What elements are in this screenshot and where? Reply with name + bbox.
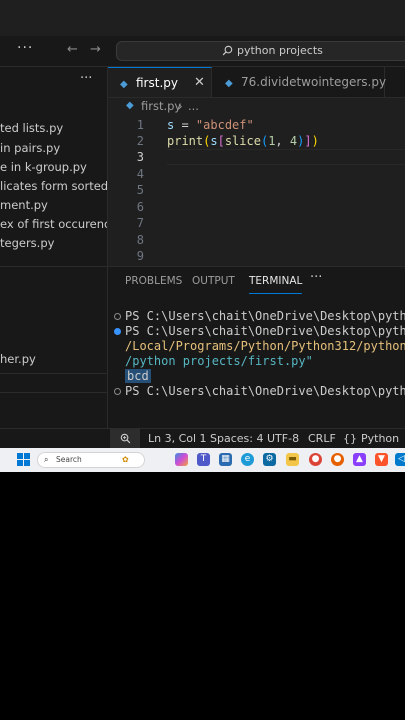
sidebar-divider: [0, 392, 107, 393]
black-background: [0, 472, 405, 720]
python-file-icon: ◆: [225, 78, 233, 89]
encoding[interactable]: UTF-8: [267, 429, 299, 449]
chrome-icon[interactable]: ●: [309, 453, 322, 466]
program-output: bcd: [125, 369, 151, 383]
cursor-position[interactable]: Ln 3, Col 1: [148, 429, 207, 449]
tab-first-py[interactable]: ◆ first.py ✕: [108, 67, 212, 97]
python-file-icon: ◆: [126, 100, 134, 111]
line-number: 2: [136, 134, 144, 148]
terminal-line: PS C:\Users\chait\OneDrive\Desktop\pytho…: [125, 324, 405, 338]
teams-icon[interactable]: T: [197, 453, 210, 466]
brave-icon[interactable]: ▼: [375, 453, 388, 466]
title-bar: ··· ← → python projects: [0, 36, 405, 67]
sidebar-divider: [0, 373, 107, 374]
panel-more-icon[interactable]: ···: [310, 270, 322, 285]
windows-taskbar: ⌕ Search ✿ T ▦ e ⚙ ▬ ● ● ▲ ▼ ◁: [0, 448, 405, 472]
widgets-icon[interactable]: ▦: [219, 453, 232, 466]
vscode-icon[interactable]: ◁: [395, 453, 405, 466]
terminal-output[interactable]: PS C:\Users\chait\OneDrive\Desktop\pytho…: [108, 307, 405, 427]
explorer-file-item[interactable]: ment.py: [0, 196, 48, 215]
terminal-line: /Local/Programs/Python/Python312/python.…: [125, 339, 405, 353]
search-icon: ⌕: [44, 455, 49, 464]
tab-label: first.py: [136, 76, 178, 90]
line-number: 5: [136, 183, 144, 197]
code-line-2: print(s[slice(1, 4)]): [167, 134, 319, 148]
photos-icon[interactable]: ▲: [353, 453, 366, 466]
line-number: 9: [136, 249, 144, 263]
code-editor[interactable]: 1 2 3 4 5 6 7 8 9 s = "abcdef" print(s[s…: [108, 116, 405, 268]
explorer-file-item[interactable]: in pairs.py: [0, 139, 60, 158]
search-icon: [222, 45, 233, 56]
firefox-icon[interactable]: ●: [331, 453, 344, 466]
zoom-icon[interactable]: [110, 429, 140, 449]
command-status-icon: [114, 313, 121, 320]
explorer-more-icon[interactable]: ···: [80, 71, 92, 86]
search-highlight-icon: ✿: [122, 455, 129, 464]
editor-tabs: ◆ first.py ✕ ◆ 76.dividetwointegers.py: [108, 67, 405, 98]
terminal-output-line: bcd: [125, 369, 151, 384]
language-mode[interactable]: Python: [361, 429, 399, 449]
terminal-line: PS C:\Users\chait\OneDrive\Desktop\pytho…: [125, 384, 405, 398]
breadcrumb: ◆ first.py › ...: [108, 97, 405, 115]
python-file-icon: ◆: [120, 79, 128, 90]
menu-more-icon[interactable]: ···: [17, 40, 33, 56]
explorer-file-item[interactable]: tegers.py: [0, 234, 54, 253]
status-bar: Ln 3, Col 1 Spaces: 4 UTF-8 CRLF {} Pyth…: [0, 428, 405, 449]
command-center-label: python projects: [237, 44, 323, 57]
line-number: 4: [136, 167, 144, 181]
taskbar-search[interactable]: ⌕ Search ✿: [37, 452, 145, 468]
copilot-icon[interactable]: [175, 453, 188, 466]
line-number: 3: [136, 150, 144, 164]
tab-problems[interactable]: PROBLEMS: [125, 275, 182, 293]
tab-dividetwointegers-py[interactable]: ◆ 76.dividetwointegers.py: [213, 67, 387, 97]
tab-output[interactable]: OUTPUT: [192, 275, 235, 293]
explorer-file-item[interactable]: e in k-group.py: [0, 158, 87, 177]
command-status-icon: [114, 388, 121, 395]
command-center-search[interactable]: python projects: [116, 41, 405, 61]
line-ending[interactable]: CRLF: [308, 429, 336, 449]
breadcrumb-separator: ›: [178, 99, 183, 113]
edge-icon[interactable]: e: [241, 453, 254, 466]
explorer-file-item[interactable]: ted lists.py: [0, 119, 63, 138]
current-line-highlight: [167, 149, 405, 165]
explorer-file-item[interactable]: her.py: [0, 350, 36, 369]
line-number: 7: [136, 216, 144, 230]
settings-icon[interactable]: ⚙: [263, 453, 276, 466]
breadcrumb-symbols[interactable]: ...: [188, 97, 199, 115]
file-explorer-icon[interactable]: ▬: [286, 453, 299, 466]
line-number: 8: [136, 233, 144, 247]
explorer-file-item[interactable]: ex of first occurence...: [0, 215, 107, 234]
close-icon[interactable]: ✕: [194, 68, 205, 98]
line-number: 1: [136, 118, 144, 132]
code-line-1: s = "abcdef": [167, 118, 254, 132]
terminal-line: PS C:\Users\chait\OneDrive\Desktop\pytho…: [125, 309, 405, 323]
bottom-panel: PROBLEMS OUTPUT TERMINAL ··· PS C:\Users…: [108, 266, 405, 429]
explorer-file-item[interactable]: licates form sorted ...: [0, 177, 107, 196]
search-placeholder: Search: [56, 455, 82, 464]
windows-start-icon[interactable]: [17, 453, 30, 466]
breadcrumb-file[interactable]: first.py: [141, 97, 181, 115]
terminal-line: /python projects/first.py": [125, 354, 313, 368]
command-status-icon: [114, 328, 121, 335]
tab-label: 76.dividetwointegers.py: [241, 75, 387, 89]
tab-terminal[interactable]: TERMINAL: [249, 275, 303, 294]
forward-arrow-icon[interactable]: →: [90, 42, 101, 57]
sidebar-lower-section: her.py: [0, 266, 107, 429]
vscode-window: ··· ← → python projects ··· ted lists.py…: [0, 0, 405, 472]
indentation[interactable]: Spaces: 4: [210, 429, 263, 449]
line-number: 6: [136, 200, 144, 214]
back-arrow-icon[interactable]: ←: [67, 42, 78, 57]
language-braces-icon: {}: [343, 432, 357, 445]
